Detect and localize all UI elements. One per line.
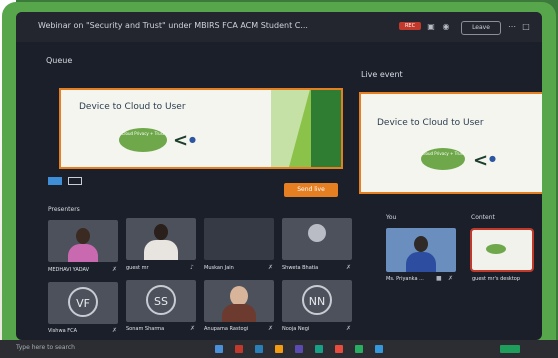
presenter-tile[interactable]: NN [282, 280, 352, 322]
recording-badge: REC [399, 22, 421, 30]
more-icon[interactable]: ⋯ [507, 22, 517, 32]
presenter-name: Shweta Bhatia [282, 265, 319, 271]
self-body [406, 252, 436, 272]
stripe-dark [311, 90, 341, 167]
maximize-icon[interactable]: □ [521, 22, 531, 32]
app-icon[interactable] [355, 345, 363, 353]
queue-slide-title: Device to Cloud to User [79, 102, 186, 112]
presenter-name: Muskan Jain [204, 265, 234, 271]
taskbar-search[interactable]: Type here to search [16, 344, 75, 351]
camera-icon[interactable]: ■ [436, 275, 442, 282]
mic-off-icon: ✗ [112, 327, 118, 334]
app-icon[interactable] [235, 345, 243, 353]
arrow-icon: < [173, 130, 189, 151]
presenter-tile[interactable] [48, 220, 118, 262]
presenter-photo [154, 224, 168, 240]
presenter-photo [76, 228, 90, 244]
camera-icon[interactable]: ▣ [426, 22, 436, 32]
app-icon[interactable] [375, 345, 383, 353]
app-icon[interactable] [255, 345, 263, 353]
mic-off-icon: ✗ [112, 266, 118, 273]
presenter-photo [308, 224, 326, 242]
mic-off-icon: ✗ [190, 325, 196, 332]
presenter-body [68, 244, 98, 262]
teams-window: Webinar on "Security and Trust" under MB… [16, 12, 542, 340]
cloud-shape: Cloud Privacy + Trust [119, 128, 167, 152]
content-share-tile[interactable] [470, 228, 534, 272]
presenter-body [222, 304, 256, 322]
content-label: Content [471, 214, 495, 221]
start-icon[interactable] [215, 345, 223, 353]
teams-icon[interactable] [295, 345, 303, 353]
presenter-avatar: NN [302, 285, 332, 315]
presenter-tile[interactable]: SS [126, 280, 196, 322]
leave-button[interactable]: Leave [461, 21, 501, 35]
live-slide[interactable]: Device to Cloud to User Cloud Privacy + … [359, 92, 542, 194]
chat-icon[interactable]: ◉ [441, 22, 451, 32]
live-cloud-shape: Cloud Privacy + Trust [421, 148, 465, 170]
queue-label: Queue [46, 56, 73, 65]
mic-off-icon: ✗ [268, 325, 274, 332]
mic-off-icon[interactable]: ✗ [448, 275, 453, 282]
presenter-avatar: VF [68, 287, 98, 317]
self-video-tile[interactable] [386, 228, 456, 272]
presenter-name: Nooja Negi [282, 326, 310, 332]
send-live-button[interactable]: Send live [284, 183, 338, 197]
live-user-icon: ● [489, 154, 496, 163]
queue-slide[interactable]: Device to Cloud to User Cloud Privacy + … [59, 88, 343, 169]
presenter-photo [230, 286, 248, 306]
app-icon[interactable] [335, 345, 343, 353]
presenter-name: guest mr [126, 265, 149, 271]
presenter-tile[interactable]: VF [48, 282, 118, 324]
presenters-label: Presenters [48, 206, 80, 213]
presenter-tile[interactable] [126, 218, 196, 260]
mic-off-icon: ✗ [268, 264, 274, 271]
presenter-tile[interactable] [282, 218, 352, 260]
live-arrow-icon: < [473, 150, 489, 171]
tray-icon[interactable] [500, 345, 520, 353]
you-label: You [386, 214, 397, 221]
mic-off-icon: ✗ [346, 325, 352, 332]
mic-icon: ♪ [190, 264, 194, 271]
content-cloud-shape [486, 244, 506, 254]
user-icon: ● [189, 135, 196, 144]
presenter-tile[interactable] [204, 280, 274, 322]
mic-off-icon: ✗ [346, 264, 352, 271]
app-icon[interactable] [315, 345, 323, 353]
live-slide-title: Device to Cloud to User [377, 118, 484, 128]
self-name: Ms. Priyanka ... [386, 276, 424, 282]
presenter-name: Anupama Rastogi [204, 326, 249, 332]
taskbar: Type here to search [0, 340, 558, 358]
self-photo [414, 236, 428, 252]
presenter-tile[interactable] [204, 218, 274, 260]
app-icon[interactable] [275, 345, 283, 353]
presenter-name: MEDHAVI YADAV [48, 267, 90, 273]
presenter-avatar: SS [146, 285, 176, 315]
presenter-name: Vishwa FCA [48, 328, 78, 334]
content-name: guest mr's desktop [472, 276, 521, 282]
window-title: Webinar on "Security and Trust" under MB… [38, 21, 308, 30]
title-bar: Webinar on "Security and Trust" under MB… [16, 12, 542, 42]
live-event-label: Live event [361, 70, 403, 79]
layout-split-icon[interactable] [68, 177, 82, 185]
presenter-name: Sonam Sharma [126, 326, 165, 332]
presenter-body [144, 240, 178, 260]
photo-frame: Webinar on "Security and Trust" under MB… [2, 2, 556, 356]
layout-single-icon[interactable] [48, 177, 62, 185]
